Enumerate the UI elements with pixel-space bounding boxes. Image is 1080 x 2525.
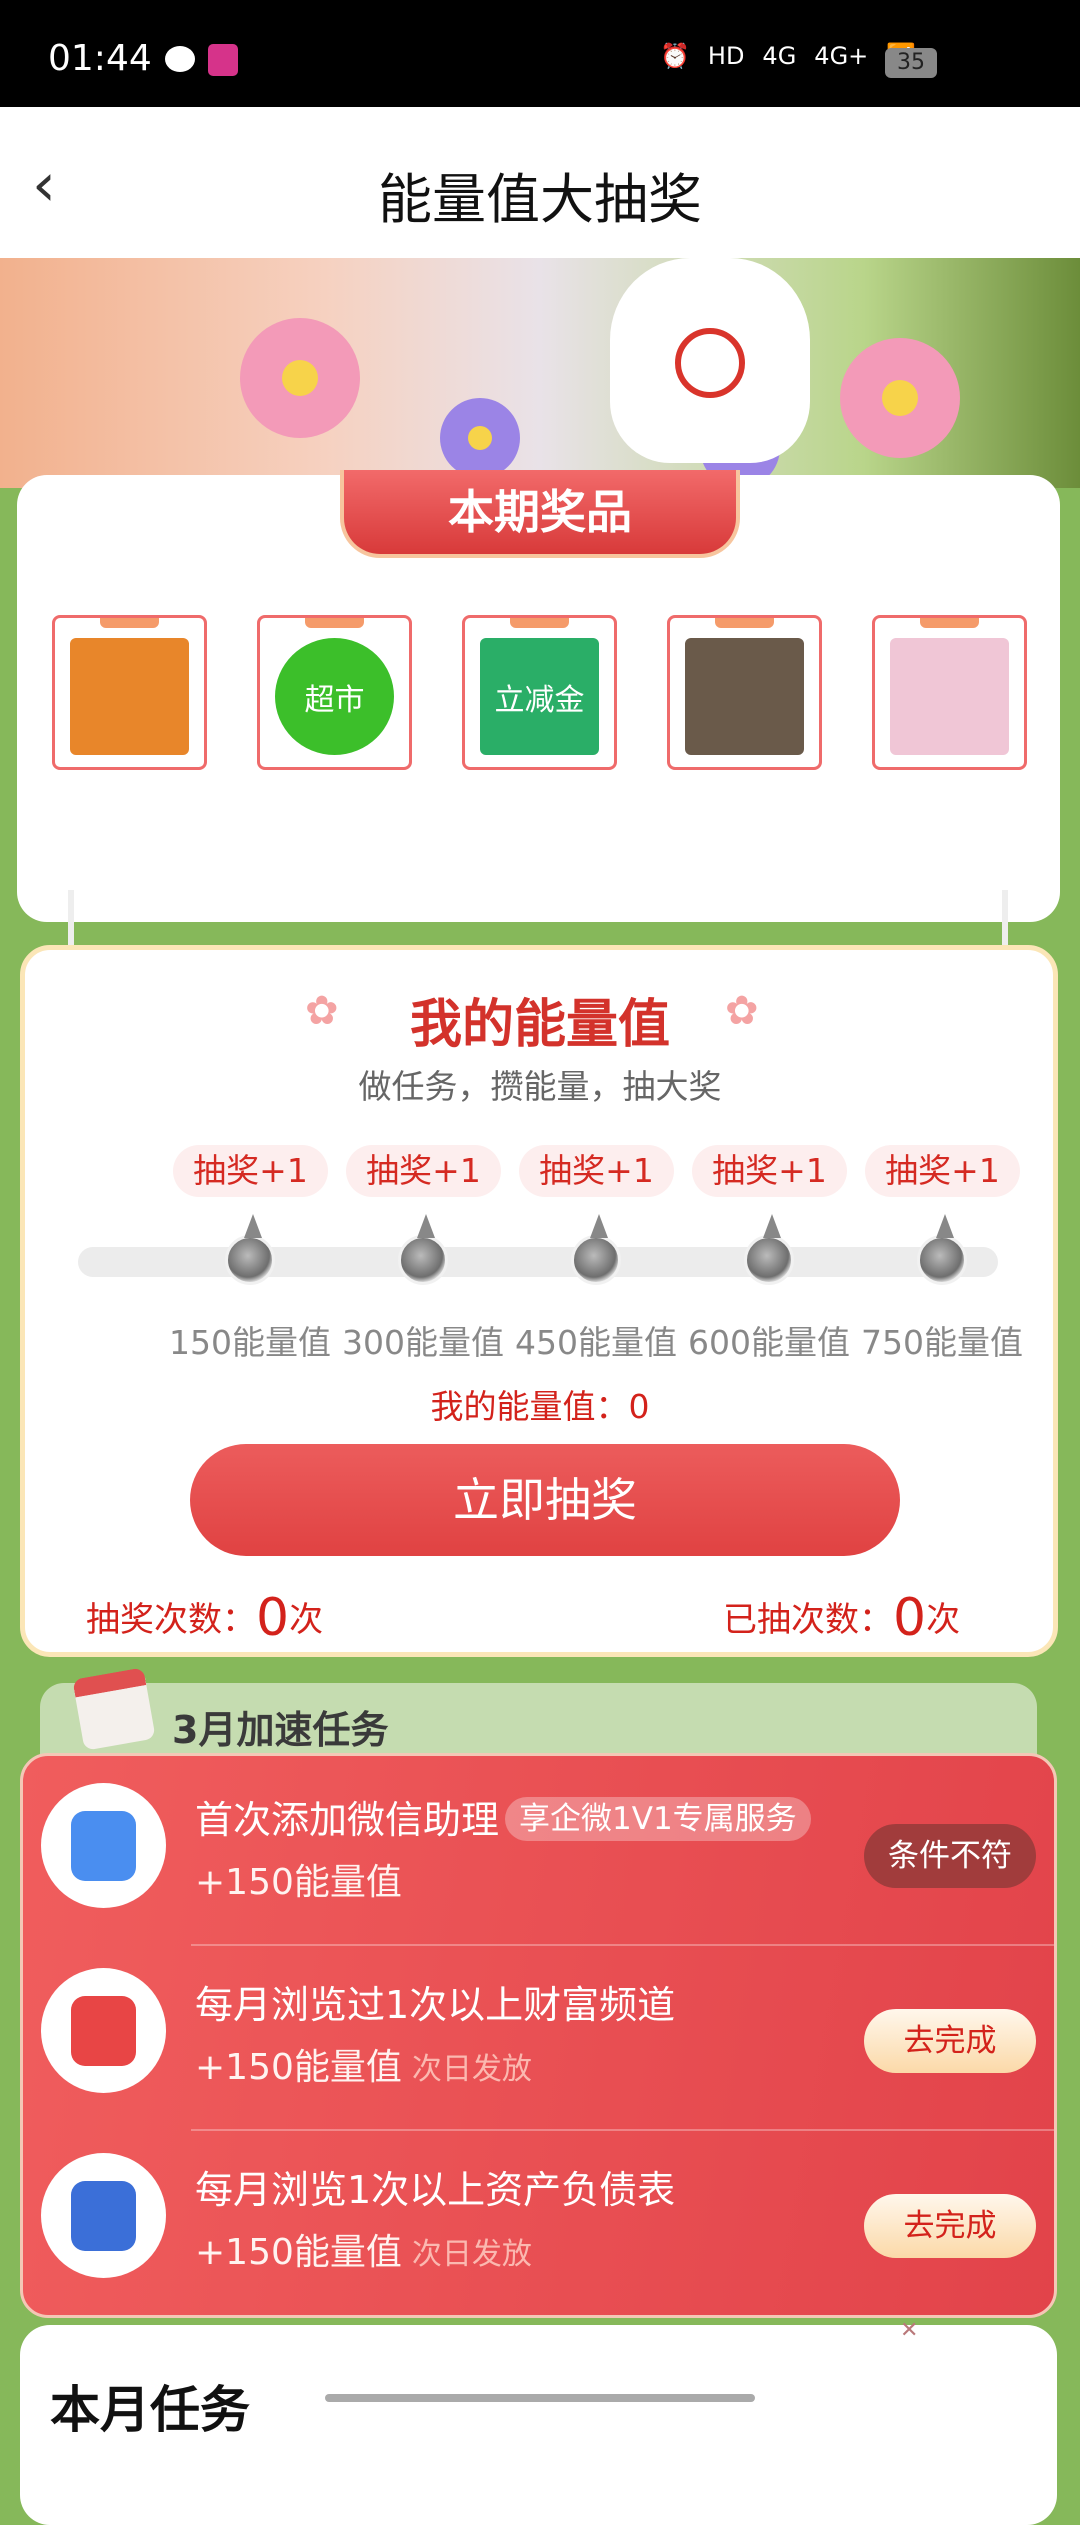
milestone-reward-pill: 抽奖+1 — [865, 1145, 1020, 1197]
task-name-text: 每月浏览过1次以上财富频道 — [195, 1983, 676, 2027]
milestone-reward-pill: 抽奖+1 — [692, 1145, 847, 1197]
milestone-marker — [571, 1214, 621, 1285]
milestone-label: 300能量值 — [342, 1323, 504, 1362]
milestone-marker — [398, 1214, 448, 1285]
energy-subtitle: 做任务，攒能量，抽大奖 — [358, 1067, 722, 1106]
drawn-count: 已抽次数：0次 — [723, 1588, 960, 1648]
drawn-count-value: 0 — [893, 1588, 927, 1648]
contact-add-icon — [41, 1783, 166, 1908]
task-name-text: 首次添加微信助理 — [195, 1798, 500, 1842]
prize-image — [685, 638, 804, 755]
status-time: 01:44 — [48, 38, 152, 79]
home-indicator[interactable] — [325, 2394, 755, 2402]
icon-glyph — [71, 1811, 136, 1881]
draw-chances-label: 抽奖次数： — [86, 1600, 256, 1640]
prize-image — [890, 638, 1009, 755]
hero-banner — [0, 258, 1080, 488]
task-row: 每月浏览过1次以上财富频道 +150能量值 次日发放 去完成 — [23, 1946, 1054, 2131]
prize-item-tmall-supermarket[interactable]: 超市 — [257, 615, 412, 770]
milestone-marker — [225, 1214, 275, 1285]
task-note: 次日发放 — [411, 2052, 532, 2087]
status-bar: 01:44 ⏰ HD 4G 4G+ 📶 35 — [0, 0, 1080, 107]
prize-image: 立减金 — [480, 638, 599, 755]
milestone-label: 600能量值 — [688, 1323, 850, 1362]
document-icon — [41, 2153, 166, 2278]
signal-4g-plus-icon: 4G+ — [814, 42, 869, 70]
flower-decoration — [840, 338, 960, 458]
milestone-label: 450能量值 — [515, 1323, 677, 1362]
task-row: 首次添加微信助理 享企微1V1专属服务 +150能量值 条件不符 — [23, 1761, 1054, 1946]
task-name: 每月浏览过1次以上财富频道 — [195, 1974, 675, 2029]
task-points: +150能量值 — [195, 1853, 402, 1905]
task-points-value: +150能量值 — [195, 2232, 402, 2273]
prize-image — [70, 638, 189, 755]
drawn-count-label: 已抽次数： — [723, 1600, 893, 1640]
task-points-value: +150能量值 — [195, 2047, 402, 2088]
prize-item-sea-buckthorn-juice[interactable] — [52, 615, 207, 770]
milestone-reward-pill: 抽奖+1 — [519, 1145, 674, 1197]
prize-item-tent[interactable] — [667, 615, 822, 770]
prize-list: 超市 立减金 — [52, 615, 1027, 770]
task-ineligible-button[interactable]: 条件不符 — [864, 1824, 1036, 1888]
monthly-task-title: 本月任务 — [50, 2381, 250, 2439]
nav-header: ‹ 能量值大抽奖 — [0, 107, 1080, 258]
alarm-icon: ⏰ — [660, 42, 690, 70]
signal-4g-icon: 4G — [762, 42, 797, 70]
app-notification-icon — [208, 44, 238, 76]
watermark-logo: ✕ — [900, 2318, 919, 2343]
task-name: 首次添加微信助理 享企微1V1专属服务 — [195, 1789, 811, 1844]
task-row: 每月浏览1次以上资产负债表 +150能量值 次日发放 去完成 — [23, 2131, 1054, 2316]
task-go-complete-button[interactable]: 去完成 — [864, 2009, 1036, 2073]
icon-glyph — [71, 1996, 136, 2066]
task-name: 每月浏览1次以上资产负债表 — [195, 2159, 675, 2214]
battery-icon: 35 — [885, 48, 937, 78]
divider — [191, 1944, 1054, 1946]
milestone-reward-pill: 抽奖+1 — [173, 1145, 328, 1197]
draw-chances-value: 0 — [256, 1588, 290, 1648]
mascot-illustration — [610, 258, 810, 463]
draw-chances: 抽奖次数：0次 — [86, 1588, 323, 1648]
prize-item-wechat-pay-discount[interactable]: 立减金 — [462, 615, 617, 770]
calendar-icon — [72, 1667, 156, 1751]
milestone-label: 750能量值 — [861, 1323, 1023, 1362]
drawn-count-unit: 次 — [926, 1600, 961, 1640]
task-points: +150能量值 次日发放 — [195, 2223, 532, 2275]
prize-section-title: 本期奖品 — [340, 470, 740, 558]
milestone-reward-pill: 抽奖+1 — [346, 1145, 501, 1197]
milestone-label: 150能量值 — [169, 1323, 331, 1362]
milestone-marker — [917, 1214, 967, 1285]
icon-glyph — [71, 2181, 136, 2251]
page-title: 能量值大抽奖 — [378, 168, 702, 231]
monthly-task-card: 本月任务 — [20, 2325, 1057, 2525]
task-note: 次日发放 — [411, 2237, 532, 2272]
energy-title: 我的能量值 — [409, 994, 670, 1055]
milestone-marker — [744, 1214, 794, 1285]
divider — [191, 2129, 1054, 2131]
my-energy-value: 我的能量值：0 — [430, 1387, 650, 1426]
task-points-value: +150能量值 — [195, 1862, 402, 1903]
task-section-title: 3月加速任务 — [172, 1708, 389, 1752]
prize-item-cosmetics[interactable] — [872, 615, 1027, 770]
message-notification-icon — [165, 46, 195, 72]
money-bag-icon — [41, 1968, 166, 2093]
draw-now-button[interactable]: 立即抽奖 — [190, 1444, 900, 1556]
task-name-text: 每月浏览1次以上资产负债表 — [195, 2168, 676, 2212]
bank-logo — [675, 328, 745, 398]
draw-chances-unit: 次 — [289, 1600, 324, 1640]
task-list: 首次添加微信助理 享企微1V1专属服务 +150能量值 条件不符 每月浏览过1次以… — [20, 1753, 1057, 2318]
task-tag: 享企微1V1专属服务 — [505, 1797, 811, 1841]
flower-decoration — [240, 318, 360, 438]
prize-image: 超市 — [275, 638, 394, 755]
flower-icon: ✿ — [725, 988, 759, 1034]
hd-icon: HD — [707, 42, 745, 70]
energy-progress-track — [78, 1247, 998, 1277]
task-go-complete-button[interactable]: 去完成 — [864, 2194, 1036, 2258]
flower-decoration — [440, 398, 520, 478]
task-points: +150能量值 次日发放 — [195, 2038, 532, 2090]
